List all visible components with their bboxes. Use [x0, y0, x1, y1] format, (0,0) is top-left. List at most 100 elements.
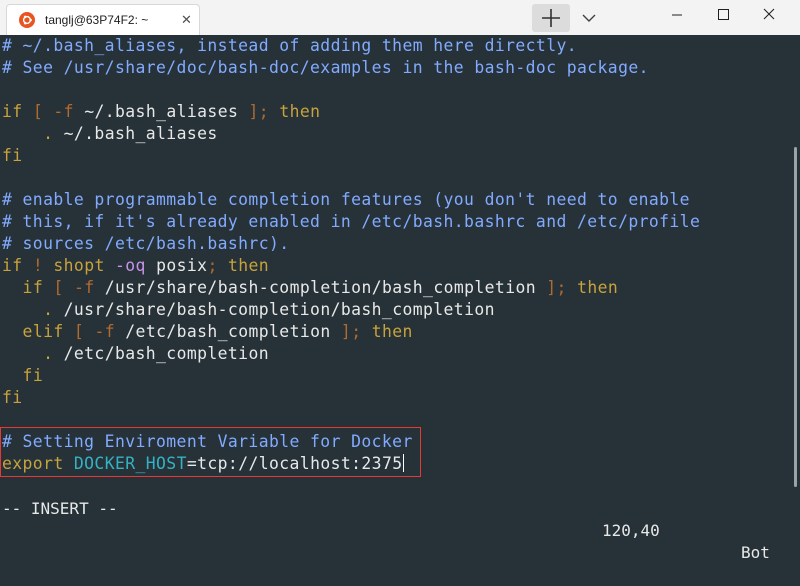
vim-status-line: -- INSERT -- 120,40 Bot — [0, 476, 790, 562]
code-token: . — [43, 344, 54, 363]
code-token: . — [43, 300, 54, 319]
code-token: ]; — [248, 102, 270, 121]
editor-line: # enable programmable completion feature… — [2, 189, 690, 211]
code-token: [ — [32, 102, 44, 121]
code-token: /usr/share/bash-completion/bash_completi… — [53, 300, 495, 319]
title-bar: tanglj@63P74F2: ~ ✕ — [0, 0, 800, 36]
code-token: if — [2, 256, 23, 275]
code-token: shopt — [53, 256, 105, 275]
chevron-down-icon — [582, 14, 596, 22]
editor-line: if [ -f /usr/share/bash-completion/bash_… — [2, 277, 618, 299]
code-token: then — [577, 278, 619, 297]
editor-line: fi — [2, 387, 23, 409]
tab-close-icon[interactable]: ✕ — [181, 12, 192, 28]
scroll-position: Bot — [741, 543, 770, 562]
code-token: then — [371, 322, 413, 341]
editor-line: fi — [2, 145, 23, 167]
code-token: # sources /etc/bash.bashrc). — [2, 234, 290, 253]
code-token: fi — [22, 366, 44, 385]
editor-line: # ~/.bash_aliases, instead of adding the… — [2, 35, 577, 57]
code-token: # See /usr/share/doc/bash-doc/examples i… — [2, 58, 649, 77]
minimize-button[interactable] — [654, 0, 700, 32]
code-token: ~/.bash_aliases — [73, 102, 249, 121]
code-token: /etc/bash_completion — [53, 344, 269, 363]
terminal-viewport[interactable]: # ~/.bash_aliases, instead of adding the… — [0, 35, 790, 562]
maximize-button[interactable] — [700, 0, 746, 32]
editor-line: # Setting Enviroment Variable for Docker — [2, 431, 413, 453]
code-token: posix — [145, 256, 208, 275]
code-token: /etc/bash_completion — [115, 322, 341, 341]
code-token: ~/.bash_aliases — [53, 124, 218, 143]
code-token: # this, if it's already enabled in /etc/… — [2, 212, 701, 231]
code-token: # ~/.bash_aliases, instead of adding the… — [2, 36, 578, 55]
code-token: ]; — [546, 278, 567, 297]
editor-line: fi — [2, 365, 43, 387]
code-token: ]; — [340, 322, 362, 341]
code-token: tcp://localhost:2375 — [197, 454, 403, 473]
editor-line: export DOCKER_HOST=tcp://localhost:2375 — [2, 453, 404, 475]
code-token: -f — [73, 278, 95, 297]
text-cursor — [402, 454, 404, 472]
code-token: elif — [22, 322, 64, 341]
code-token: [ — [53, 278, 64, 297]
code-token: # enable programmable completion feature… — [2, 190, 690, 209]
editor-line: # sources /etc/bash.bashrc). — [2, 233, 290, 255]
code-token: . — [43, 124, 54, 143]
code-token: DOCKER_HOST — [73, 454, 187, 473]
code-token: if — [2, 102, 23, 121]
tab-title: tanglj@63P74F2: ~ — [45, 13, 149, 27]
code-token: export — [2, 454, 64, 473]
code-token: fi — [2, 146, 23, 165]
code-token: ! — [32, 256, 44, 275]
editor-line: if ! shopt -oq posix; then — [2, 255, 269, 277]
code-token: ; — [207, 256, 218, 275]
code-token: -f — [53, 102, 74, 121]
plus-icon — [542, 9, 560, 27]
code-token: fi — [2, 388, 23, 407]
mode-indicator: -- INSERT -- — [2, 499, 118, 518]
code-token: -oq — [115, 256, 146, 275]
editor-line: . /usr/share/bash-completion/bash_comple… — [2, 299, 495, 321]
editor-line: . ~/.bash_aliases — [2, 123, 218, 145]
code-token: then — [228, 256, 270, 275]
terminal-tab[interactable]: tanglj@63P74F2: ~ ✕ — [6, 4, 200, 35]
cursor-position: 120,40 — [602, 521, 660, 540]
scrollbar[interactable] — [790, 35, 800, 498]
tab-dropdown-button[interactable] — [574, 4, 604, 32]
code-token: # Setting Enviroment Variable for Docker — [2, 432, 413, 451]
code-token: -f — [94, 322, 116, 341]
code-token: if — [22, 278, 44, 297]
new-tab-button[interactable] — [532, 4, 570, 32]
code-token: [ — [73, 322, 85, 341]
close-icon — [763, 8, 775, 20]
ubuntu-icon — [19, 12, 35, 28]
code-token: then — [279, 102, 321, 121]
code-token: = — [186, 454, 198, 473]
editor-line: # See /usr/share/doc/bash-doc/examples i… — [2, 57, 649, 79]
scrollbar-thumb[interactable] — [794, 147, 797, 487]
close-button[interactable] — [746, 0, 792, 32]
editor-line: . /etc/bash_completion — [2, 343, 269, 365]
maximize-icon — [718, 9, 729, 20]
editor-line: elif [ -f /etc/bash_completion ]; then — [2, 321, 413, 343]
code-token: /usr/share/bash-completion/bash_completi… — [94, 278, 547, 297]
